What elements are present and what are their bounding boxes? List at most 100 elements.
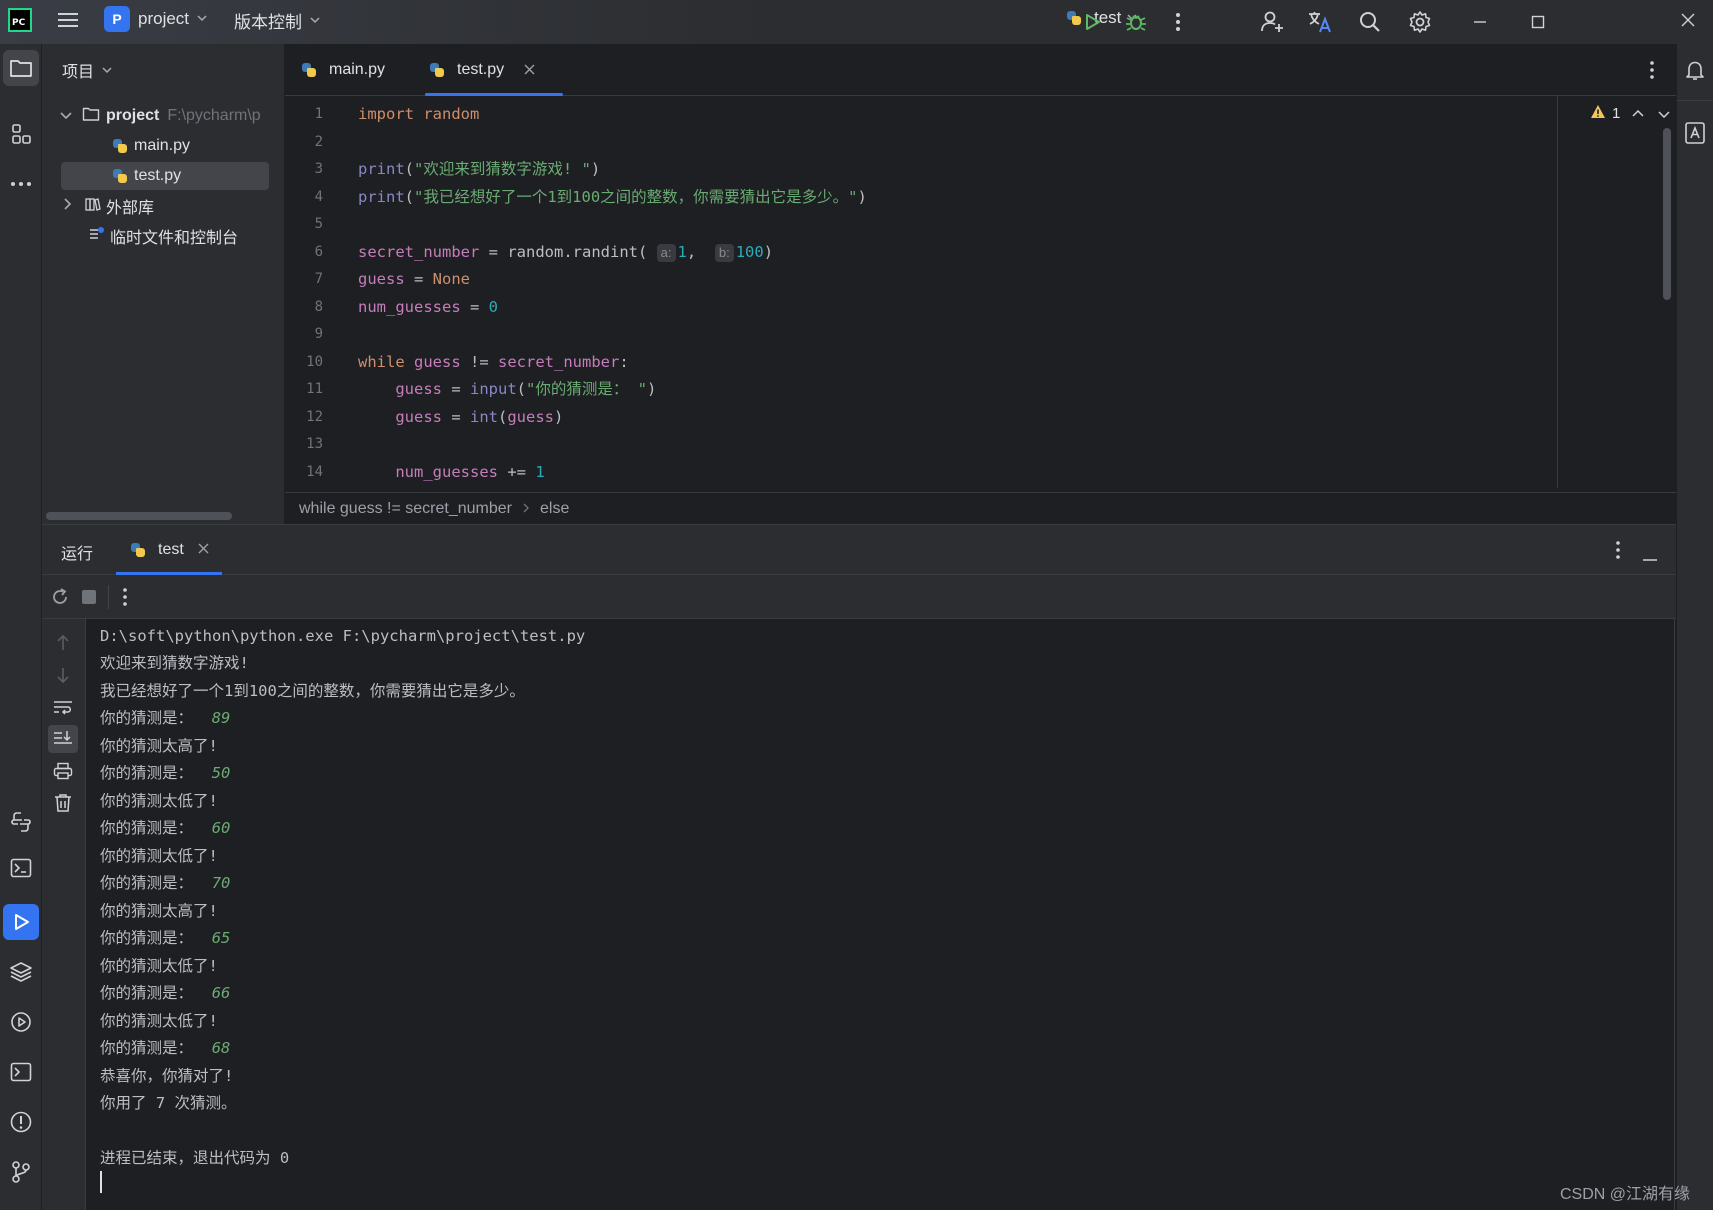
code-token: int (470, 408, 498, 426)
problems-icon[interactable] (3, 1104, 39, 1140)
arrow-down-icon[interactable] (48, 661, 78, 689)
tree-label: main.py (134, 137, 191, 154)
run-panel-title: 运行 (61, 546, 94, 563)
tab-main-py[interactable]: main.py (301, 44, 411, 96)
project-view-selector[interactable]: 项目 (62, 58, 112, 82)
rerun-icon[interactable] (50, 587, 70, 611)
console-input: 65 (211, 929, 231, 947)
code-line-14: num_guesses += 1 (358, 462, 544, 482)
code-token: 1 (677, 243, 687, 261)
project-folder-icon[interactable] (3, 50, 39, 86)
more-tools-icon[interactable] (3, 166, 39, 202)
project-switcher[interactable]: P project (104, 6, 207, 32)
chevron-right-icon (522, 500, 530, 518)
pycharm-logo[interactable]: PC (8, 8, 32, 32)
vcs-label: 版本控制 (234, 13, 302, 32)
tab-run-test[interactable]: test (116, 525, 222, 575)
tree-item-main-py[interactable]: main.py (112, 132, 190, 160)
tree-item-external-libs[interactable]: 外部库 (62, 192, 154, 220)
close-tab-icon[interactable] (524, 62, 535, 79)
code-token: random (414, 105, 480, 123)
tree-label: project (106, 107, 160, 124)
arrow-up-icon[interactable] (48, 629, 78, 657)
tab-test-py[interactable]: test.py (425, 44, 563, 96)
add-user-icon[interactable] (1256, 6, 1288, 38)
code-token: num_guesses (358, 298, 461, 316)
notifications-icon[interactable] (1683, 58, 1707, 86)
debug-icon[interactable] (1120, 6, 1152, 38)
run-more-icon[interactable] (1615, 540, 1621, 564)
scroll-to-end-icon[interactable] (48, 725, 78, 753)
console-input: 68 (211, 1039, 231, 1057)
soft-wrap-icon[interactable] (48, 693, 78, 721)
services-icon[interactable] (3, 1004, 39, 1040)
line-number: 2 (314, 134, 323, 150)
line-number: 6 (314, 244, 323, 260)
console-line: 你的猜测太低了! (100, 847, 218, 865)
breadcrumb: while guess != secret_number else (285, 492, 1676, 524)
console-icon[interactable] (3, 1054, 39, 1090)
inspection-widget[interactable]: 1 (1590, 104, 1670, 123)
main-menu-icon[interactable] (56, 8, 80, 32)
layers-icon[interactable] (3, 954, 39, 990)
console-line: 你的猜测太低了! (100, 957, 218, 975)
line-number: 8 (314, 299, 323, 315)
breadcrumb-item[interactable]: else (540, 500, 569, 518)
search-icon[interactable] (1354, 6, 1386, 38)
python-console-icon[interactable] (3, 804, 39, 840)
chevron-right-icon[interactable] (62, 197, 72, 215)
horizontal-scrollbar[interactable] (46, 512, 232, 520)
console-line: 你的猜测是： 50 (100, 760, 230, 786)
close-tab-icon[interactable] (198, 541, 209, 559)
hide-panel-icon[interactable] (1642, 549, 1658, 566)
trash-icon[interactable] (48, 789, 78, 817)
git-branch-icon[interactable] (3, 1154, 39, 1190)
tree-item-test-py[interactable]: test.py (61, 162, 269, 190)
python-file-icon (112, 168, 128, 184)
terminal-icon[interactable] (3, 850, 39, 886)
code-token: "你的猜测是： " (526, 380, 648, 398)
console-line: 你用了 7 次猜测。 (100, 1094, 237, 1112)
tab-label: main.py (329, 61, 386, 78)
chevron-down-icon (102, 61, 112, 79)
more-icon[interactable] (1162, 6, 1194, 38)
settings-icon[interactable] (1404, 6, 1436, 38)
tree-item-scratches[interactable]: 临时文件和控制台 (88, 222, 238, 250)
close-window-icon[interactable] (1680, 12, 1696, 32)
structure-icon[interactable] (3, 116, 39, 152)
chevron-up-icon[interactable] (1632, 105, 1644, 122)
console-output[interactable]: D:\soft\python\python.exe F:\pycharm\pro… (100, 623, 1660, 1203)
line-number: 12 (306, 409, 323, 425)
warning-icon (1590, 104, 1606, 123)
run-tool-icon[interactable] (3, 904, 39, 940)
code-token: while (358, 353, 405, 371)
run-icon[interactable] (1076, 6, 1108, 38)
line-number: 7 (314, 271, 323, 287)
console-input: 66 (211, 984, 231, 1002)
print-icon[interactable] (48, 757, 78, 785)
code-line-6: secret_number = random.randint( a: 1, b: 1… (358, 243, 774, 262)
code-token: secret_number (498, 353, 620, 371)
code-token: randint (572, 243, 638, 261)
line-number: 11 (306, 381, 323, 397)
code-line-8: num_guesses = 0 (358, 298, 498, 316)
chevron-down-icon[interactable] (60, 107, 72, 125)
left-tool-strip (0, 44, 42, 1210)
chevron-down-icon (197, 13, 207, 25)
code-token: guess (358, 270, 405, 288)
run-toolbar-more-icon[interactable] (122, 587, 128, 611)
chevron-down-icon[interactable] (1658, 105, 1670, 122)
translate-icon[interactable] (1304, 6, 1336, 38)
stop-icon[interactable] (82, 590, 96, 604)
maximize-icon[interactable] (1522, 6, 1554, 38)
breadcrumb-item[interactable]: while guess != secret_number (299, 500, 512, 518)
tree-item-project-root[interactable]: project F:\pycharm\p (60, 102, 261, 130)
minimize-icon[interactable] (1464, 6, 1496, 38)
ai-assistant-icon[interactable] (1683, 120, 1707, 150)
line-number: 10 (306, 354, 323, 370)
vcs-menu[interactable]: 版本控制 (234, 8, 320, 33)
editor-more-icon[interactable] (1649, 60, 1655, 84)
param-hint: b: (714, 244, 734, 262)
editor-vertical-scrollbar[interactable] (1663, 128, 1671, 300)
right-margin-guide (1557, 96, 1558, 488)
